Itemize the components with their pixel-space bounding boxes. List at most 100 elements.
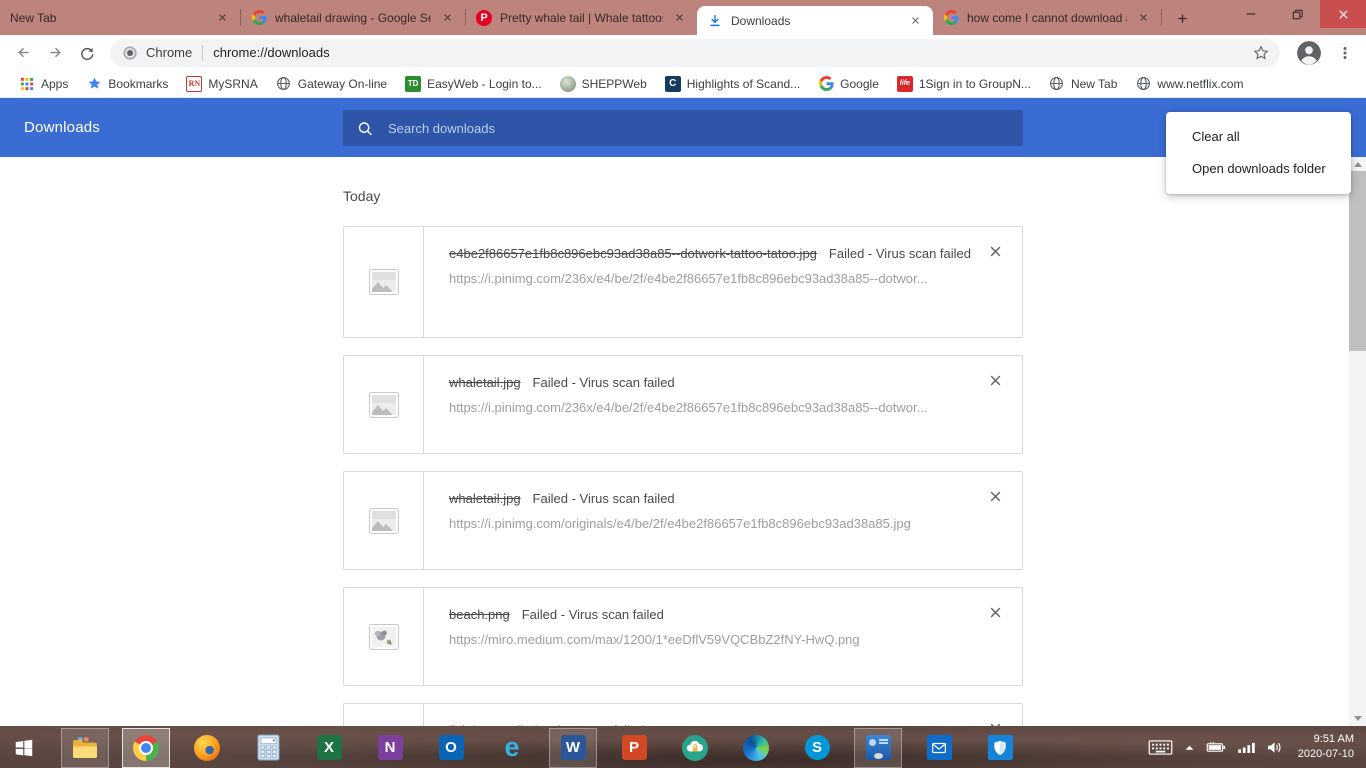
download-thumbnail [344, 356, 424, 453]
tab-title: New Tab [10, 10, 57, 25]
taskbar-system-tool[interactable] [854, 727, 902, 768]
new-tab-button[interactable] [1168, 4, 1196, 32]
firefox-icon [194, 734, 220, 761]
restore-button[interactable] [1274, 0, 1320, 28]
tab-whaletail-drawing[interactable]: whaletail drawing - Google Sear [241, 0, 465, 35]
downloads-action-menu: Clear all Open downloads folder [1166, 112, 1351, 194]
bookmark-label: Google [840, 76, 879, 91]
scroll-up-arrow[interactable] [1349, 157, 1366, 172]
taskbar-clock[interactable]: 9:51 AM 2020-07-10 [1298, 732, 1354, 762]
forward-button[interactable] [40, 38, 70, 68]
menu-item-open-folder[interactable]: Open downloads folder [1166, 153, 1351, 185]
reload-button[interactable] [72, 38, 102, 68]
minimize-button[interactable] [1228, 0, 1274, 28]
tab-new-tab[interactable]: New Tab [0, 0, 240, 35]
bookmark-gateway[interactable]: Gateway On-line [267, 72, 396, 96]
menu-item-clear-all[interactable]: Clear all [1166, 121, 1351, 153]
download-item: whaletail.jpg Failed - Virus scan failed … [343, 355, 1023, 454]
bookmark-label: EasyWeb - Login to... [427, 76, 542, 91]
pinterest-favicon-icon: P [476, 9, 492, 26]
globe-icon [1135, 76, 1151, 92]
download-source-url: https://i.pinimg.com/236x/e4/be/2f/e4be2… [449, 271, 928, 286]
tab-how-come-download[interactable]: how come I cannot download a [933, 0, 1161, 35]
download-filename[interactable]: e4be2f86657e1fb8c896ebc93ad38a85--dotwor… [449, 246, 817, 261]
url-text[interactable]: chrome://downloads [213, 45, 1248, 60]
tab-close-icon[interactable] [439, 10, 455, 26]
downloads-search-box[interactable] [343, 110, 1023, 146]
bookmark-google[interactable]: Google [809, 72, 888, 96]
windows-taskbar: X N O e W P S 9:51 AM 2020-07-10 [0, 726, 1366, 768]
tab-separator [1161, 9, 1162, 25]
taskbar-calculator[interactable] [244, 728, 292, 768]
downloads-content: Today e4be2f86657e1fb8c896ebc93ad38a85--… [0, 157, 1349, 726]
bookmark-sheppweb[interactable]: SHEPPWeb [551, 72, 656, 96]
bookmark-label: Highlights of Scand... [686, 76, 801, 91]
download-filename[interactable]: whaletail.jpg [449, 375, 521, 390]
scrollbar-thumb[interactable] [1349, 171, 1366, 351]
remove-download-button[interactable] [989, 606, 1002, 619]
browser-menu-button[interactable] [1332, 40, 1358, 66]
volume-icon[interactable] [1266, 741, 1283, 754]
hidden-icons-chevron[interactable] [1184, 744, 1195, 751]
taskbar-powerpoint[interactable]: P [610, 728, 658, 768]
tab-close-icon[interactable] [671, 10, 687, 26]
download-filename[interactable]: beach.png [449, 607, 510, 622]
remove-download-button[interactable] [989, 374, 1002, 387]
bookmark-highlights[interactable]: C Highlights of Scand... [656, 72, 809, 96]
bookmark-bookmarks[interactable]: Bookmarks [77, 72, 177, 96]
remove-download-button[interactable] [989, 490, 1002, 503]
bookmark-easyweb[interactable]: TD EasyWeb - Login to... [396, 72, 551, 96]
taskbar-excel[interactable]: X [305, 728, 353, 768]
back-button[interactable] [8, 38, 38, 68]
life-icon: life [896, 75, 913, 92]
edge-icon [743, 734, 769, 761]
download-item: beach.png Failed - Virus scan failed http… [343, 587, 1023, 686]
taskbar-skype[interactable]: S [793, 728, 841, 768]
bookmark-groupnet[interactable]: life 1Sign in to GroupN... [888, 72, 1040, 96]
sheppweb-icon [559, 75, 576, 92]
taskbar-onenote[interactable]: N [366, 728, 414, 768]
taskbar-start-button[interactable] [0, 728, 48, 768]
download-thumbnail [344, 472, 424, 569]
taskbar-file-explorer[interactable] [61, 727, 109, 768]
google-icon [818, 76, 834, 92]
close-window-button[interactable] [1320, 0, 1366, 28]
tab-close-icon[interactable] [1135, 10, 1151, 26]
taskbar-edge[interactable] [732, 728, 780, 768]
bookmark-mysrna[interactable]: RN MySRNA [177, 72, 266, 96]
tab-close-icon[interactable] [214, 10, 230, 26]
window-controls [1228, 0, 1366, 28]
bookmark-netflix[interactable]: www.netflix.com [1126, 72, 1252, 96]
bookmark-label: 1Sign in to GroupN... [918, 76, 1031, 91]
taskbar-internet-explorer[interactable]: e [488, 728, 536, 768]
tab-downloads-active[interactable]: Downloads [697, 6, 933, 35]
taskbar-chrome[interactable] [122, 727, 170, 768]
bookmark-new-tab[interactable]: New Tab [1040, 72, 1126, 96]
bookmark-star-icon[interactable] [1248, 40, 1274, 66]
downloads-search-input[interactable] [386, 119, 1009, 137]
taskbar-mail[interactable] [915, 728, 963, 768]
download-thumbnail [344, 227, 424, 337]
taskbar-word[interactable]: W [549, 727, 597, 768]
rn-icon: RN [186, 75, 203, 92]
tab-close-icon[interactable] [907, 13, 923, 29]
taskbar-firefox[interactable] [183, 728, 231, 768]
taskbar-windows-security[interactable] [976, 728, 1024, 768]
excel-icon: X [316, 735, 342, 760]
scroll-down-arrow[interactable] [1349, 711, 1366, 726]
tab-pretty-whale-tail[interactable]: P Pretty whale tail | Whale tattoos [466, 0, 697, 35]
bookmark-apps[interactable]: Apps [10, 72, 77, 96]
profile-avatar[interactable] [1296, 40, 1322, 66]
network-signal-icon[interactable] [1238, 742, 1255, 753]
search-icon [357, 120, 373, 136]
taskbar-secure-cloud[interactable] [671, 728, 719, 768]
address-bar[interactable]: Chrome chrome://downloads [110, 38, 1280, 67]
remove-download-button[interactable] [989, 245, 1002, 258]
battery-icon[interactable] [1206, 741, 1227, 754]
taskbar-outlook[interactable]: O [427, 728, 475, 768]
page-scrollbar[interactable] [1349, 157, 1366, 726]
google-favicon-icon [943, 10, 959, 26]
c-icon: C [664, 75, 681, 92]
touch-keyboard-icon[interactable] [1148, 740, 1173, 755]
download-filename[interactable]: whaletail.jpg [449, 491, 521, 506]
